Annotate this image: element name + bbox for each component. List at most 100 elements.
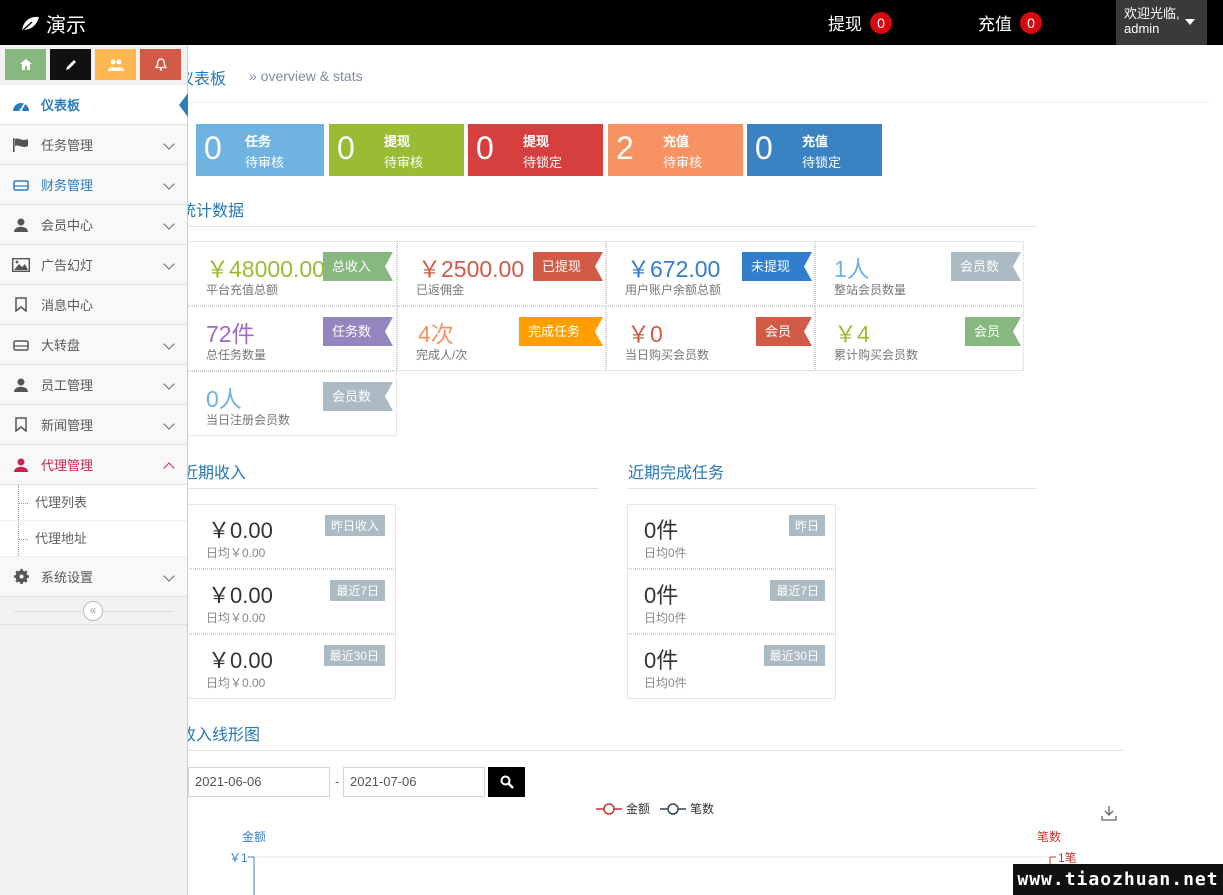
- stat-tag-label: 会员数: [332, 389, 372, 404]
- cog-icon: [12, 569, 30, 585]
- sidebar-item-label: 新闻管理: [41, 418, 94, 433]
- submenu-item-agent-list[interactable]: 代理列表: [0, 485, 187, 521]
- stat-value: 1人: [834, 256, 870, 282]
- stat-description: 用户账户余额总额: [625, 283, 722, 297]
- stat-tag-ribbon: 会员: [965, 317, 1021, 346]
- top-navbar: 演示 提现 0 充值 0 欢迎光临, admin: [0, 0, 1223, 45]
- sidebar-item-agents[interactable]: 代理管理: [0, 445, 187, 485]
- stat-description: 整站会员数量: [834, 283, 907, 297]
- legend-amount-marker[interactable]: [596, 802, 622, 816]
- submenu-item-label: 代理地址: [35, 531, 88, 546]
- bookmark-icon: [12, 417, 30, 433]
- sidebar-item-settings[interactable]: 系统设置: [0, 557, 187, 597]
- stat-description: 当日购买会员数: [625, 348, 710, 362]
- infobox-sublabel: 待锁定: [523, 155, 563, 170]
- y-right-axis-label: 笔数: [1037, 830, 1062, 844]
- sidebar-collapse-bar: «: [0, 599, 187, 625]
- divider: [188, 488, 598, 489]
- chart-legend: 金额 笔数: [596, 800, 714, 817]
- sidebar-item-wheel[interactable]: 大转盘: [0, 325, 187, 365]
- sidebar-item-label: 任务管理: [41, 138, 94, 153]
- stats-section-title: 统计数据: [188, 203, 245, 220]
- search-icon: [500, 775, 514, 789]
- sidebar-shortcuts: [5, 49, 181, 80]
- date-from-input[interactable]: 2021-06-06: [188, 767, 330, 797]
- sidebar-item-members[interactable]: 会员中心: [0, 205, 187, 245]
- sidebar-item-finance[interactable]: 财务管理: [0, 165, 187, 205]
- sidebar-item-staff[interactable]: 员工管理: [0, 365, 187, 405]
- brand[interactable]: 演示: [20, 9, 86, 38]
- stat-value: 4次: [418, 321, 454, 347]
- infobox-withdraw-lock[interactable]: 0 提现 待锁定: [468, 124, 603, 176]
- sidebar-item-label: 会员中心: [41, 218, 94, 233]
- flag-icon: [12, 137, 30, 153]
- sidebar-item-messages[interactable]: 消息中心: [0, 285, 187, 325]
- stat-description: 已返佣金: [416, 283, 465, 297]
- infobox-number: 0: [476, 130, 494, 166]
- withdraw-nav[interactable]: 提现 0: [828, 10, 892, 35]
- sidebar-item-tasks[interactable]: 任务管理: [0, 125, 187, 165]
- infobox-recharge-lock[interactable]: 0 充值 待锁定: [747, 124, 882, 176]
- summary-tag: 最近7日: [330, 580, 385, 601]
- home-shortcut-button[interactable]: [5, 49, 46, 80]
- stat-tag-label: 已提现: [542, 259, 582, 274]
- sidebar-item-ads[interactable]: 广告幻灯: [0, 245, 187, 285]
- search-button[interactable]: [488, 767, 525, 797]
- legend-count-marker[interactable]: [660, 802, 687, 816]
- user-menu[interactable]: 欢迎光临, admin: [1116, 0, 1207, 45]
- infobox-recharge-review[interactable]: 2 充值 待审核: [608, 124, 743, 176]
- chevron-down-icon: [163, 258, 175, 270]
- chevron-down-icon: [163, 378, 175, 390]
- chevron-down-icon: [163, 338, 175, 350]
- infobox-label: 提现: [384, 134, 411, 149]
- stat-value: 0人: [206, 386, 242, 412]
- stat-card: ￥672.00 用户账户余额总额 未提现: [606, 241, 815, 306]
- summary-row: 0件 日均0件 最近7日: [627, 569, 836, 634]
- users-shortcut-button[interactable]: [95, 49, 136, 80]
- recharge-nav[interactable]: 充值 0: [978, 10, 1042, 35]
- divider: [627, 488, 1037, 489]
- sidebar-item-label: 员工管理: [41, 378, 94, 393]
- edit-shortcut-button[interactable]: [50, 49, 91, 80]
- infobox-task-review[interactable]: 0 任务 待审核: [196, 124, 324, 176]
- users-icon: [107, 59, 124, 71]
- chevron-down-icon: [163, 418, 175, 430]
- chart-section-title: 收入线形图: [188, 727, 261, 744]
- stat-description: 总任务数量: [206, 348, 267, 362]
- stat-tag-ribbon: 完成任务: [519, 317, 603, 346]
- sidebar-menu: 仪表板 任务管理 财务管理 会员中心 广告幻灯 消息中心 大转盘 员工管理 新闻…: [0, 85, 188, 597]
- infobox-sublabel: 待审核: [245, 155, 285, 170]
- hdd-icon: [12, 177, 30, 193]
- stat-tag-label: 会员数: [960, 259, 1000, 274]
- stat-card: 1人 整站会员数量 会员数: [815, 241, 1024, 306]
- download-icon[interactable]: [1101, 805, 1117, 821]
- notification-shortcut-button[interactable]: [140, 49, 181, 80]
- withdraw-label: 提现: [828, 15, 862, 34]
- stat-value: 72件: [206, 321, 255, 347]
- sidebar-item-label: 系统设置: [41, 570, 94, 585]
- date-to-input[interactable]: 2021-07-06: [343, 767, 485, 797]
- sidebar-item-news[interactable]: 新闻管理: [0, 405, 187, 445]
- stat-value: ￥0: [627, 321, 663, 347]
- submenu-item-agent-address[interactable]: 代理地址: [0, 521, 187, 557]
- summary-tag: 最近30日: [323, 645, 385, 666]
- y-left-axis-label: 金额: [242, 830, 267, 844]
- submenu-item-label: 代理列表: [35, 495, 88, 510]
- infobox-label: 任务: [245, 134, 272, 149]
- collapse-sidebar-button[interactable]: «: [83, 601, 103, 621]
- summary-tag: 最近30日: [763, 645, 825, 666]
- page-subtitle: » overview & stats: [249, 68, 363, 84]
- stat-value: ￥2500.00: [418, 256, 525, 282]
- infobox-label: 充值: [802, 134, 829, 149]
- stat-description: 累计购买会员数: [834, 348, 919, 362]
- stat-tag-ribbon: 总收入: [323, 252, 393, 281]
- stat-tag-ribbon: 会员数: [951, 252, 1021, 281]
- user-icon: [12, 377, 30, 393]
- bell-icon: [154, 58, 167, 71]
- active-indicator: [179, 93, 188, 117]
- chevron-down-icon: [163, 218, 175, 230]
- infobox-withdraw-review[interactable]: 0 提现 待审核: [329, 124, 464, 176]
- sidebar-item-dashboard[interactable]: 仪表板: [0, 85, 188, 125]
- stat-card: 0人 当日注册会员数 会员数: [188, 371, 397, 436]
- infobox-sublabel: 待审核: [663, 155, 703, 170]
